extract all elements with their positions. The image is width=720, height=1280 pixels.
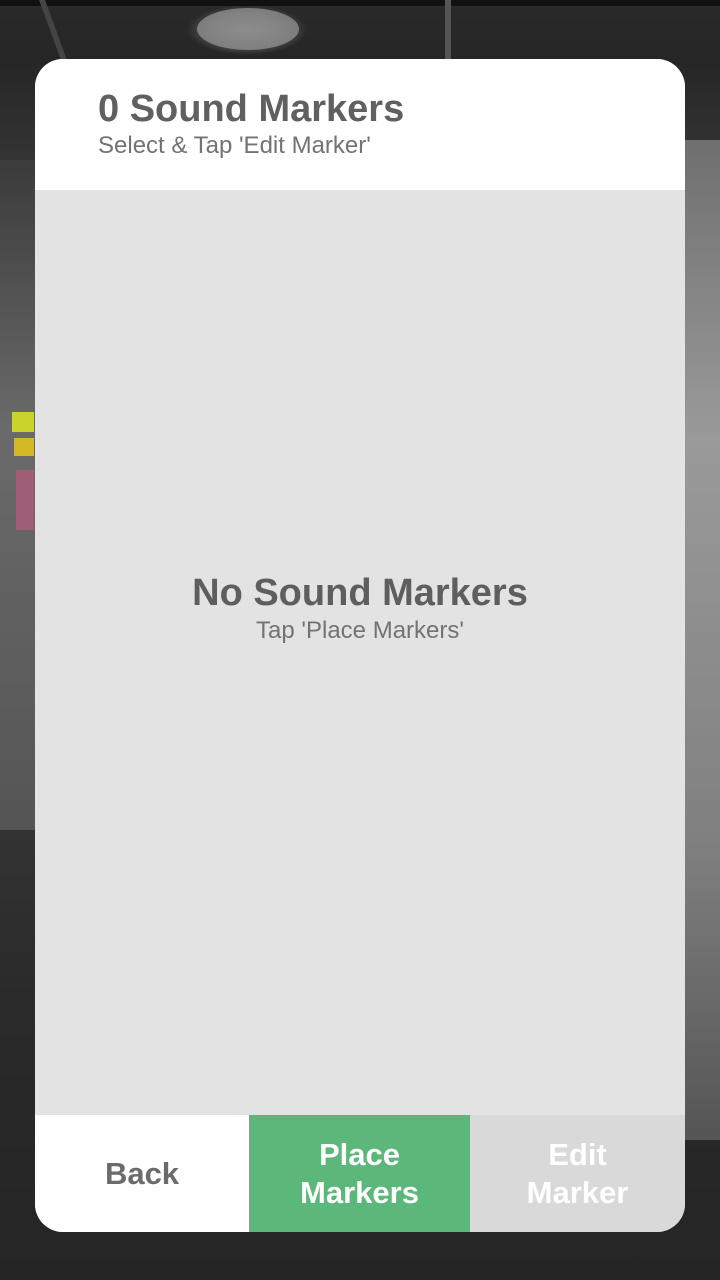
sound-markers-panel: 0 Sound Markers Select & Tap 'Edit Marke… (35, 59, 685, 1232)
bottom-toolbar: Back Place Markers Edit Marker (35, 1115, 685, 1232)
edit-marker-label-line1: Edit (548, 1136, 607, 1172)
edit-marker-button[interactable]: Edit Marker (470, 1115, 685, 1232)
empty-state-subtitle: Tap 'Place Markers' (256, 617, 464, 644)
place-markers-label-line2: Markers (300, 1174, 419, 1210)
edit-marker-label-line2: Marker (526, 1174, 629, 1210)
page-subtitle: Select & Tap 'Edit Marker' (98, 132, 371, 159)
page-title: 0 Sound Markers (98, 88, 405, 130)
back-button-label: Back (104, 1155, 180, 1191)
empty-state: No Sound Markers Tap 'Place Markers' (35, 570, 685, 646)
panel-header: 0 Sound Markers Select & Tap 'Edit Marke… (35, 59, 685, 190)
back-button[interactable]: Back (35, 1115, 249, 1232)
markers-list: No Sound Markers Tap 'Place Markers' (35, 190, 685, 1115)
place-markers-label-line1: Place (318, 1136, 400, 1172)
empty-state-title: No Sound Markers (192, 572, 528, 614)
place-markers-button[interactable]: Place Markers (249, 1115, 470, 1232)
